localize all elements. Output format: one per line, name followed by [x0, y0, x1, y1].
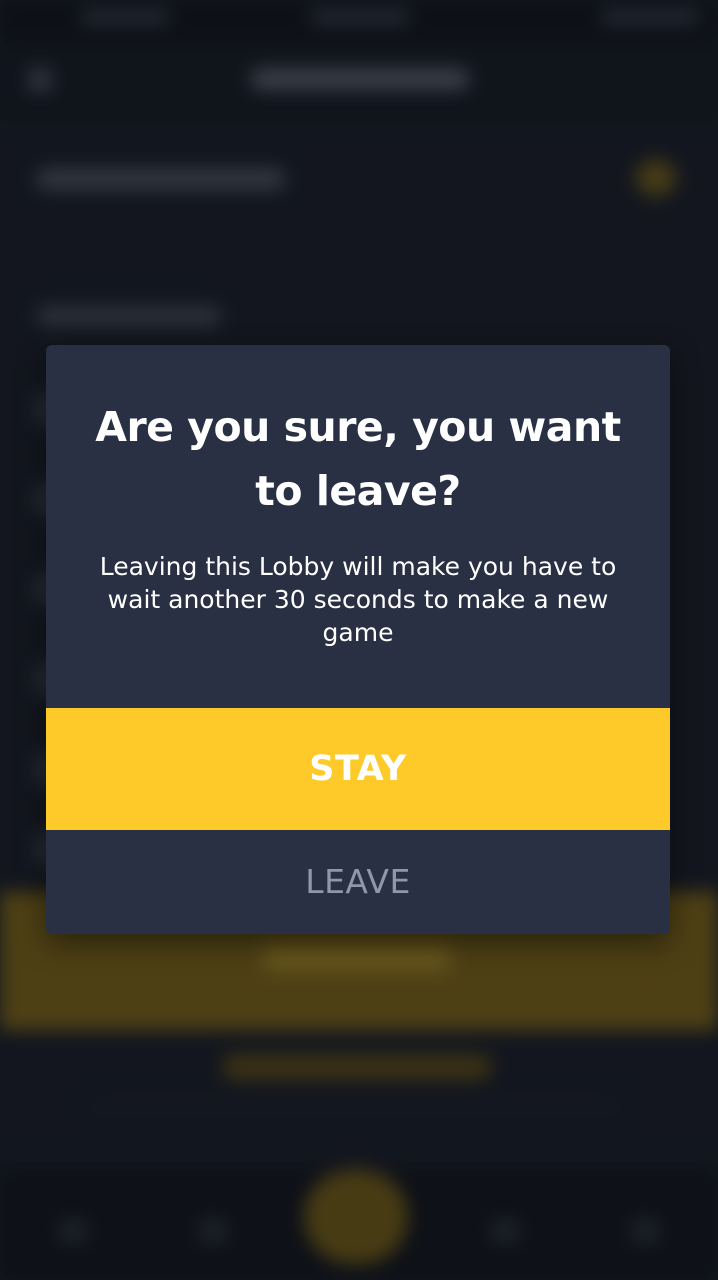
leave-confirmation-dialog: Are you sure, you want to leave? Leaving…: [46, 345, 670, 934]
leave-button[interactable]: LEAVE: [46, 830, 670, 934]
dialog-title: Are you sure, you want to leave?: [95, 403, 621, 515]
screen: Are you sure, you want to leave? Leaving…: [0, 0, 718, 1280]
dialog-message: Leaving this Lobby will make you have to…: [99, 552, 617, 647]
stay-button[interactable]: STAY: [46, 708, 670, 830]
